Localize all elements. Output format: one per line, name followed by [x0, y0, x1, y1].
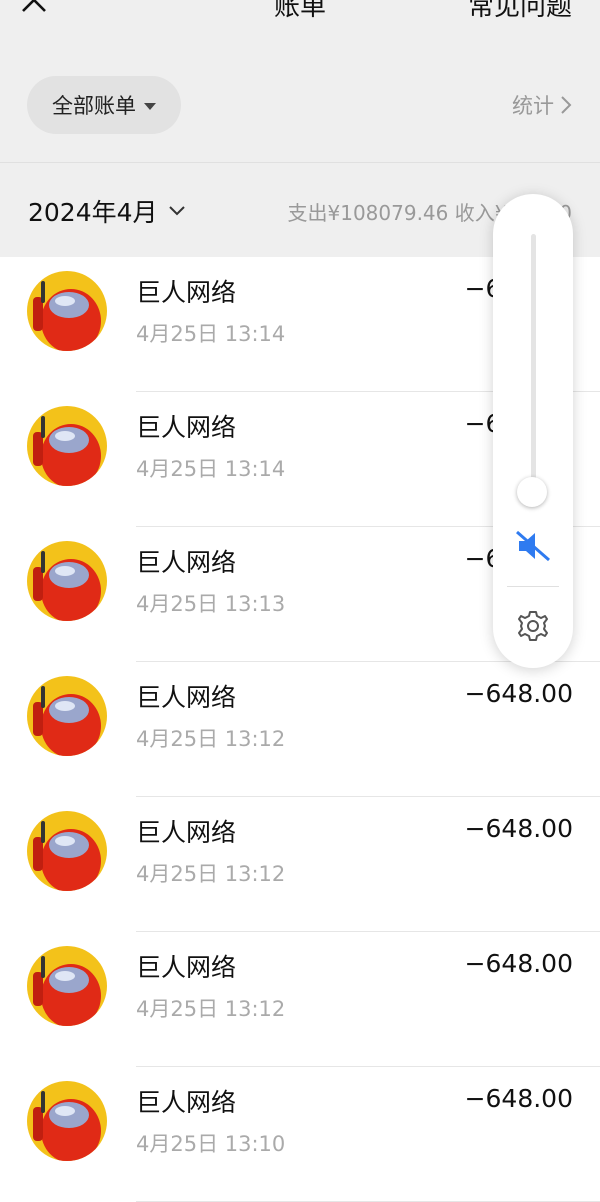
month-label: 2024年4月: [28, 198, 158, 227]
transaction-row[interactable]: 巨人网络 4月25日 13:12 −648.00: [0, 932, 600, 1067]
merchant-avatar: [27, 1081, 107, 1161]
transaction-row[interactable]: 巨人网络 4月25日 13:10 −648.00: [0, 1067, 600, 1202]
merchant-avatar: [27, 406, 107, 486]
transaction-amount: −648.00: [464, 679, 573, 708]
stats-label: 统计: [512, 94, 554, 118]
faq-link[interactable]: 常见问题: [468, 0, 572, 23]
merchant-avatar: [27, 811, 107, 891]
crewmate-avatar-icon: [33, 821, 101, 891]
merchant-name: 巨人网络: [136, 548, 237, 577]
filter-bar: 全部账单 统计: [0, 48, 600, 162]
volume-slider-thumb[interactable]: [517, 477, 547, 507]
merchant-name: 巨人网络: [136, 1088, 237, 1117]
volume-panel-divider: [507, 586, 559, 587]
transaction-amount: −648.00: [464, 949, 573, 978]
crewmate-avatar-icon: [33, 686, 101, 756]
caret-down-icon: [144, 102, 156, 110]
merchant-name: 巨人网络: [136, 413, 237, 442]
transaction-amount: −648.00: [464, 814, 573, 843]
speaker-mute-icon[interactable]: [513, 526, 553, 566]
month-selector[interactable]: 2024年4月: [28, 193, 186, 229]
crewmate-avatar-icon: [33, 551, 101, 621]
top-bar: 账单 常见问题: [0, 0, 600, 48]
merchant-avatar: [27, 676, 107, 756]
transaction-time: 4月25日 13:14: [136, 322, 286, 346]
transaction-time: 4月25日 13:12: [136, 727, 286, 751]
merchant-avatar: [27, 541, 107, 621]
volume-slider-track[interactable]: [531, 234, 536, 492]
merchant-name: 巨人网络: [136, 818, 237, 847]
merchant-avatar: [27, 271, 107, 351]
transaction-time: 4月25日 13:14: [136, 457, 286, 481]
transaction-row[interactable]: 巨人网络 4月25日 13:12 −648.00: [0, 797, 600, 932]
crewmate-avatar-icon: [33, 1091, 101, 1161]
stats-link[interactable]: 统计: [512, 90, 572, 120]
crewmate-avatar-icon: [33, 956, 101, 1026]
crewmate-avatar-icon: [33, 281, 101, 351]
chevron-down-icon: [168, 206, 185, 216]
transaction-time: 4月25日 13:12: [136, 997, 286, 1021]
transaction-amount: −648.00: [464, 1084, 573, 1113]
bill-filter-dropdown[interactable]: 全部账单: [27, 76, 181, 134]
crewmate-avatar-icon: [33, 416, 101, 486]
merchant-name: 巨人网络: [136, 683, 237, 712]
gear-icon[interactable]: [515, 608, 551, 644]
transaction-time: 4月25日 13:12: [136, 862, 286, 886]
transaction-time: 4月25日 13:13: [136, 592, 286, 616]
transaction-time: 4月25日 13:10: [136, 1132, 286, 1156]
transaction-row[interactable]: 巨人网络 4月25日 13:12 −648.00: [0, 662, 600, 797]
bill-filter-label: 全部账单: [52, 94, 136, 118]
volume-panel: [493, 194, 573, 668]
chevron-right-icon: [561, 96, 572, 114]
merchant-name: 巨人网络: [136, 278, 237, 307]
merchant-name: 巨人网络: [136, 953, 237, 982]
merchant-avatar: [27, 946, 107, 1026]
